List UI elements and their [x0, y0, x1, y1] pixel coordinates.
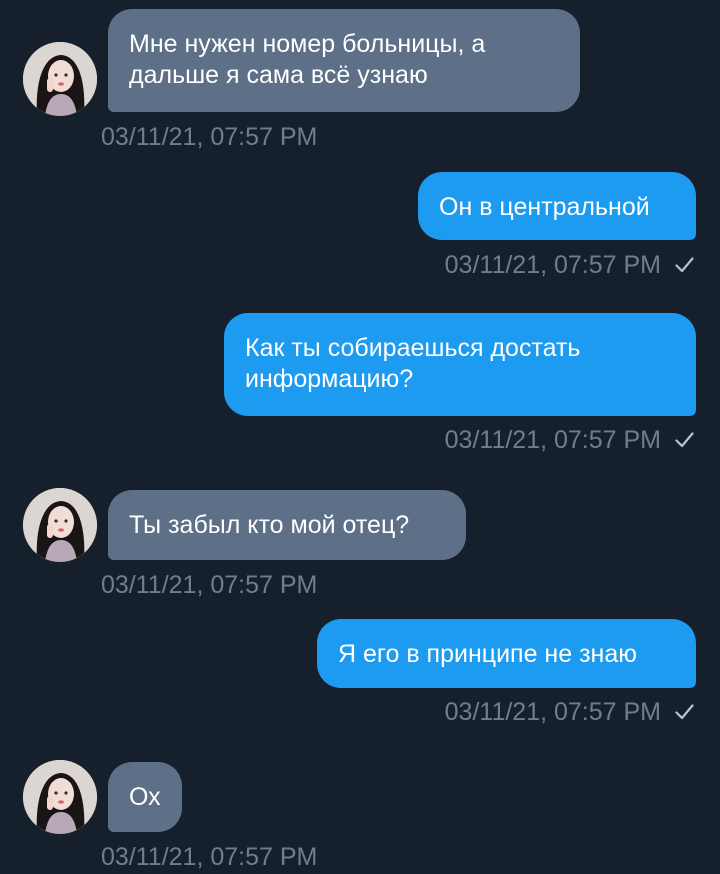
message-timestamp: 03/11/21, 07:57 PM: [101, 843, 318, 871]
outgoing-message-bubble[interactable]: Он в центральной: [418, 172, 696, 240]
incoming-message-bubble[interactable]: Мне нужен номер больницы, а дальше я сам…: [108, 9, 580, 112]
outgoing-message-bubble[interactable]: Как ты собираешься достать информацию?: [224, 313, 696, 416]
message-timestamp: 03/11/21, 07:57 PM: [101, 123, 318, 151]
message-timestamp-row: 03/11/21, 07:57 PM: [445, 425, 694, 455]
message-timestamp: 03/11/21, 07:57 PM: [444, 251, 661, 279]
checkmark-icon: [675, 704, 694, 720]
avatar-image: [23, 488, 97, 562]
contact-avatar[interactable]: [23, 42, 97, 116]
incoming-message-bubble[interactable]: Ты забыл кто мой отец?: [108, 490, 466, 560]
message-timestamp: 03/11/21, 07:57 PM: [101, 571, 318, 599]
checkmark-icon: [675, 432, 694, 448]
message-timestamp: 03/11/21, 07:57 PM: [444, 698, 661, 726]
incoming-message-bubble[interactable]: Ох: [108, 762, 182, 832]
avatar-image: [23, 42, 97, 116]
checkmark-icon: [675, 257, 694, 273]
outgoing-message-bubble[interactable]: Я его в принципе не знаю: [317, 619, 696, 688]
avatar-image: [23, 760, 97, 834]
contact-avatar[interactable]: [23, 488, 97, 562]
message-timestamp: 03/11/21, 07:57 PM: [444, 426, 661, 454]
contact-avatar[interactable]: [23, 760, 97, 834]
message-timestamp-row: 03/11/21, 07:57 PM: [445, 697, 694, 727]
message-timestamp-row: 03/11/21, 07:57 PM: [445, 250, 694, 280]
